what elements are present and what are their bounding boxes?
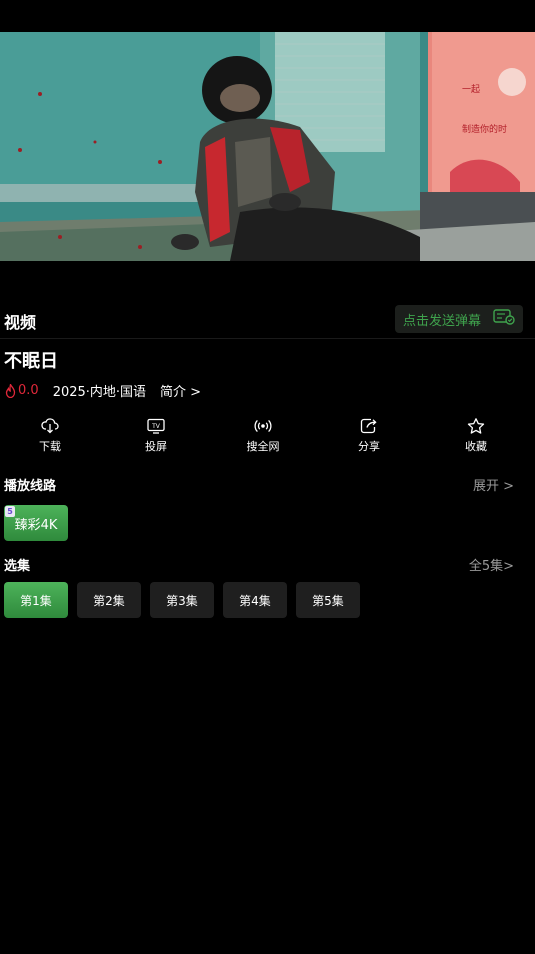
download-button[interactable]: 下载 <box>10 418 90 458</box>
star-icon <box>467 418 485 434</box>
action-label: 投屏 <box>145 440 167 453</box>
poster-text-2: 制造你的时 <box>462 123 507 135</box>
line-option[interactable]: 5 臻彩4K <box>4 505 68 541</box>
action-label: 收藏 <box>465 440 487 453</box>
download-icon <box>41 418 59 434</box>
all-episodes-button[interactable]: 全5集> <box>469 555 514 574</box>
action-bar: 下载 TV 投屏 搜全网 分享 收藏 <box>0 418 535 458</box>
action-label: 下载 <box>39 440 61 453</box>
tab-video[interactable]: 视频 <box>4 309 36 333</box>
intro-link[interactable]: 简介 > <box>160 381 201 400</box>
show-info: 2025·内地·国语 <box>52 385 147 400</box>
episode-button[interactable]: 第1集 <box>4 582 68 618</box>
poster-text-1: 一起 <box>462 84 480 95</box>
episodes-header: 选集 全5集> <box>4 555 514 575</box>
line-badge: 5 <box>5 506 15 517</box>
svg-text:TV: TV <box>151 423 161 430</box>
danmaku-label: 点击发送弹幕 <box>403 313 482 329</box>
episode-button[interactable]: 第4集 <box>223 582 287 618</box>
episode-button[interactable]: 第2集 <box>77 582 141 618</box>
danmaku-icon <box>493 309 515 329</box>
episodes-label: 选集 <box>4 559 31 574</box>
tab-bar: 视频 点击发送弹幕 <box>0 302 535 339</box>
broadcast-icon <box>254 419 272 433</box>
flame-icon <box>5 383 16 398</box>
action-label: 分享 <box>358 440 380 453</box>
send-danmaku-button[interactable]: 点击发送弹幕 <box>395 305 523 333</box>
show-title: 不眠日 <box>4 351 58 372</box>
share-icon <box>360 418 377 434</box>
share-button[interactable]: 分享 <box>329 418 409 458</box>
cast-button[interactable]: TV 投屏 <box>116 418 196 458</box>
play-lines-header: 播放线路 展开 > <box>4 475 514 495</box>
video-player[interactable]: 一起 制造你的时 <box>0 32 535 261</box>
favorite-button[interactable]: 收藏 <box>436 418 516 458</box>
tv-icon: TV <box>147 418 165 434</box>
meta-row: 0.0 2025·内地·国语 简介 > <box>4 381 201 400</box>
score: 0.0 <box>4 383 39 398</box>
action-label: 搜全网 <box>246 440 280 453</box>
episode-button[interactable]: 第5集 <box>296 582 360 618</box>
expand-lines-button[interactable]: 展开 > <box>473 475 514 494</box>
score-value: 0.0 <box>18 383 39 398</box>
video-frame: 一起 制造你的时 <box>0 32 535 261</box>
episode-button[interactable]: 第3集 <box>150 582 214 618</box>
play-lines-label: 播放线路 <box>4 479 57 494</box>
search-web-button[interactable]: 搜全网 <box>223 418 303 458</box>
line-name: 臻彩4K <box>14 517 58 533</box>
